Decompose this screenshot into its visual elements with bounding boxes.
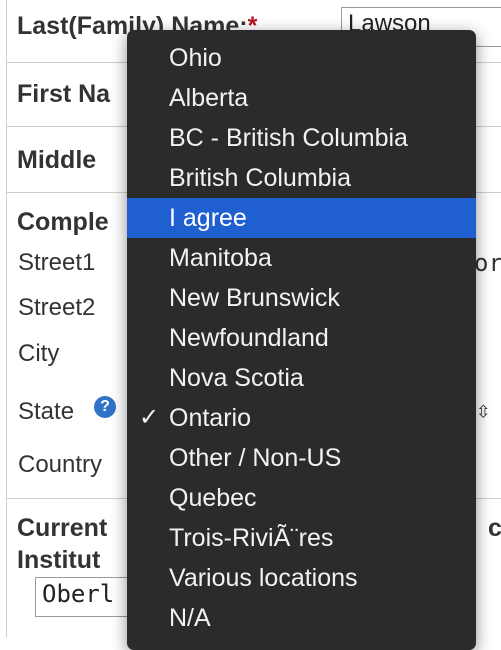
street1-label: Street1	[18, 249, 96, 276]
dropdown-option[interactable]: Quebec	[127, 478, 476, 518]
dropdown-option[interactable]: Newfoundland	[127, 318, 476, 358]
current-institution-tail: c	[488, 514, 501, 542]
dropdown-option[interactable]: Various locations	[127, 558, 476, 598]
state-select-arrow-icon[interactable]: ⇳	[476, 396, 490, 424]
street2-label: Street2	[18, 294, 96, 321]
institution-label: Institut	[17, 546, 101, 574]
dropdown-option-label: Trois-RiviÃ¨res	[169, 524, 334, 552]
dropdown-option-label: Newfoundland	[169, 324, 329, 352]
country-label: Country	[18, 451, 103, 478]
dropdown-option[interactable]: Alberta	[127, 78, 476, 118]
dropdown-option-label: British Columbia	[169, 164, 352, 192]
complete-address-label: Comple	[17, 208, 109, 236]
city-label: City	[18, 340, 60, 367]
dropdown-option-label: Ontario	[169, 404, 251, 432]
dropdown-option[interactable]: British Columbia	[127, 158, 476, 198]
dropdown-option-label: New Brunswick	[169, 284, 340, 312]
dropdown-option[interactable]: I agree	[127, 198, 476, 238]
state-label: State	[18, 398, 75, 425]
state-dropdown-menu[interactable]: Ohio Alberta BC - British Columbia British …	[127, 30, 476, 650]
dropdown-option[interactable]: Ohio	[127, 38, 476, 78]
dropdown-option[interactable]: Other / Non-US	[127, 438, 476, 478]
dropdown-option[interactable]: N/A	[127, 598, 476, 638]
current-institution-label: Current	[17, 514, 108, 542]
dropdown-option-label: Ohio	[169, 44, 222, 72]
dropdown-option[interactable]: Trois-RiviÃ¨res	[127, 518, 476, 558]
checkmark-icon: ✓	[139, 404, 160, 431]
dropdown-option-label: Quebec	[169, 484, 257, 512]
dropdown-option[interactable]: BC - British Columbia	[127, 118, 476, 158]
dropdown-option-label: BC - British Columbia	[169, 124, 408, 152]
dropdown-option-label: Nova Scotia	[169, 364, 304, 392]
help-icon[interactable]: ?	[94, 396, 116, 418]
first-name-label: First Na	[17, 80, 111, 108]
dropdown-option[interactable]: Manitoba	[127, 238, 476, 278]
form-left-border	[6, 0, 7, 638]
dropdown-option[interactable]: Nova Scotia	[127, 358, 476, 398]
dropdown-option-label: N/A	[169, 604, 211, 632]
dropdown-option[interactable]: New Brunswick	[127, 278, 476, 318]
dropdown-option-label: Other / Non-US	[169, 444, 342, 472]
dropdown-option-label: Various locations	[169, 564, 358, 592]
dropdown-option-label: Alberta	[169, 84, 249, 112]
street1-input-edge[interactable]: or	[474, 249, 501, 277]
dropdown-option[interactable]: ✓ Ontario	[127, 398, 476, 438]
dropdown-option-label: I agree	[169, 204, 247, 232]
dropdown-option-label: Manitoba	[169, 244, 272, 272]
middle-name-label: Middle	[17, 146, 97, 174]
